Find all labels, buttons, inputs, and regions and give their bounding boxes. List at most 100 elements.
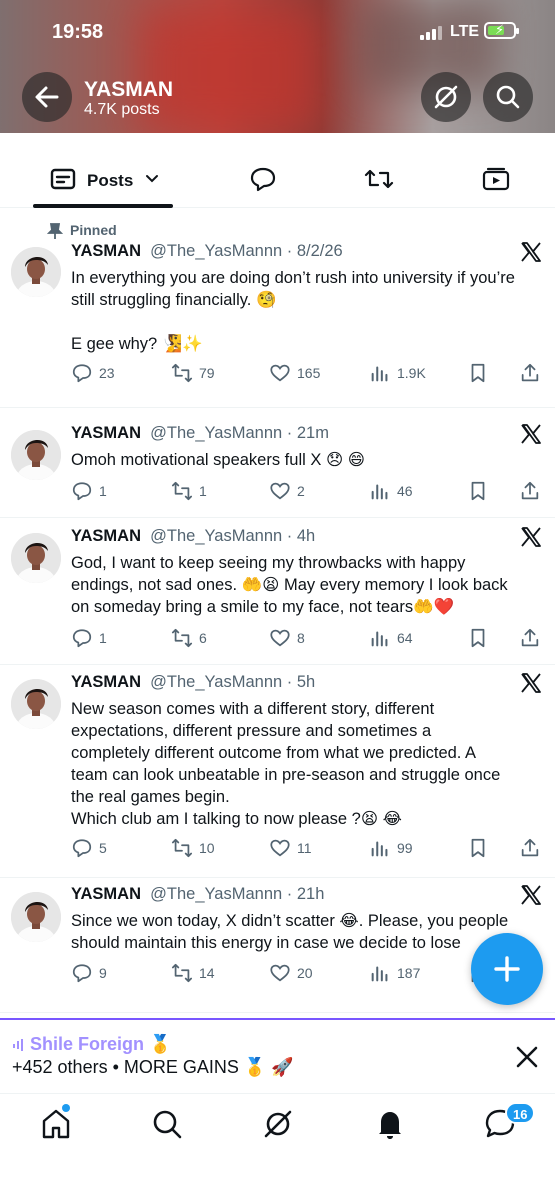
author-handle-time[interactable]: @The_YasMannn · 5h xyxy=(150,673,315,691)
posts-icon xyxy=(50,168,76,190)
post-text-line: expectations, different pressure and som… xyxy=(71,722,432,740)
post-text-line xyxy=(71,311,545,333)
author-name[interactable]: YASMAN xyxy=(71,885,141,903)
view-count: 99 xyxy=(397,840,413,856)
nav-grok[interactable] xyxy=(260,1106,296,1142)
network-label: LTE xyxy=(450,23,480,40)
repost-button[interactable]: 79 xyxy=(171,361,215,385)
repost-count: 14 xyxy=(199,965,215,981)
messages-badge: 16 xyxy=(505,1102,536,1124)
tab-reposts[interactable] xyxy=(356,150,402,208)
post-header: YASMAN @The_YasMannn · 5h xyxy=(71,673,315,692)
author-handle-time[interactable]: @The_YasMannn · 8/2/26 xyxy=(150,242,343,260)
views-icon xyxy=(371,484,388,500)
author-handle-time[interactable]: @The_YasMannn · 4h xyxy=(150,527,315,545)
tab-media[interactable] xyxy=(473,150,519,208)
author-name[interactable]: YASMAN xyxy=(71,424,141,442)
repost-icon xyxy=(171,963,193,983)
tab-posts-label: Posts xyxy=(87,171,134,190)
compose-button[interactable] xyxy=(471,933,543,1005)
repost-button[interactable]: 14 xyxy=(171,961,215,985)
post-text-line: the real games begin. xyxy=(71,788,230,806)
author-name[interactable]: YASMAN xyxy=(71,242,141,260)
share-button[interactable] xyxy=(519,836,541,860)
repost-icon xyxy=(364,169,394,189)
avatar[interactable] xyxy=(11,679,61,729)
repost-count: 6 xyxy=(199,630,207,646)
reply-button[interactable]: 5 xyxy=(71,836,107,860)
bell-icon xyxy=(379,1112,401,1139)
reply-button[interactable]: 1 xyxy=(71,479,107,503)
reply-button[interactable]: 9 xyxy=(71,961,107,985)
reply-icon xyxy=(250,167,276,192)
tab-replies[interactable] xyxy=(240,150,286,208)
avatar[interactable] xyxy=(11,533,61,583)
avatar[interactable] xyxy=(11,892,61,942)
home-notification-dot xyxy=(62,1104,70,1112)
grok-button[interactable] xyxy=(421,72,471,122)
bookmark-icon xyxy=(471,363,485,383)
repost-button[interactable]: 1 xyxy=(171,479,207,503)
views-button[interactable]: 99 xyxy=(369,836,413,860)
tab-posts[interactable]: Posts xyxy=(33,150,173,208)
battery-icon: ⚡ xyxy=(484,22,519,39)
like-button[interactable]: 11 xyxy=(269,836,312,860)
views-button[interactable]: 1.9K xyxy=(369,361,426,385)
bottom-nav xyxy=(0,1093,555,1200)
bookmark-button[interactable] xyxy=(467,361,489,385)
author-name[interactable]: YASMAN xyxy=(71,673,141,691)
bookmark-button[interactable] xyxy=(467,479,489,503)
reply-icon xyxy=(72,964,92,983)
repost-icon xyxy=(171,481,193,501)
post-text-line: Which club am I talking to now please ?😫… xyxy=(71,810,402,828)
reply-button[interactable]: 1 xyxy=(71,626,107,650)
like-button[interactable]: 165 xyxy=(269,361,320,385)
space-banner[interactable] xyxy=(0,1018,555,1092)
views-button[interactable]: 64 xyxy=(369,626,413,650)
author-name[interactable]: YASMAN xyxy=(71,527,141,545)
bookmark-button[interactable] xyxy=(467,836,489,860)
avatar[interactable] xyxy=(11,430,61,480)
view-count: 187 xyxy=(397,965,421,981)
post-text-line: In everything you are doing don’t rush i… xyxy=(71,269,515,287)
signal-icon xyxy=(420,24,444,40)
like-count: 20 xyxy=(297,965,313,981)
share-button[interactable] xyxy=(519,626,541,650)
post-text: In everything you are doing don’t rush i… xyxy=(71,267,545,355)
bookmark-button[interactable] xyxy=(467,626,489,650)
avatar[interactable] xyxy=(11,247,61,297)
repost-count: 10 xyxy=(199,840,215,856)
like-button[interactable]: 2 xyxy=(269,479,305,503)
x-logo-icon xyxy=(520,884,542,912)
repost-button[interactable]: 6 xyxy=(171,626,207,650)
repost-icon xyxy=(171,363,193,383)
repost-icon xyxy=(171,628,193,648)
like-count: 8 xyxy=(297,630,305,646)
post-text: God, I want to keep seeing my throwbacks… xyxy=(71,552,545,618)
post-text-line: completely different outcome from what w… xyxy=(71,744,477,762)
views-icon xyxy=(371,841,388,857)
nav-search[interactable] xyxy=(149,1106,185,1142)
repost-button[interactable]: 10 xyxy=(171,836,215,860)
like-button[interactable]: 8 xyxy=(269,626,305,650)
views-button[interactable]: 46 xyxy=(369,479,413,503)
post-text-line: New season comes with a different story,… xyxy=(71,700,435,718)
author-handle-time[interactable]: @The_YasMannn · 21m xyxy=(150,424,329,442)
nav-home[interactable] xyxy=(38,1106,74,1142)
post-text-line: Omoh motivational speakers full X 😞 😄 xyxy=(71,451,365,469)
share-button[interactable] xyxy=(519,361,541,385)
like-count: 165 xyxy=(297,365,321,381)
share-button[interactable] xyxy=(519,479,541,503)
reply-icon xyxy=(72,482,92,501)
post-text-line: on someday bring a smile to my face, not… xyxy=(71,598,455,616)
views-icon xyxy=(371,366,388,382)
author-handle-time[interactable]: @The_YasMannn · 21h xyxy=(150,885,324,903)
like-button[interactable]: 20 xyxy=(269,961,313,985)
reply-button[interactable]: 23 xyxy=(71,361,115,385)
back-button[interactable] xyxy=(22,72,72,122)
nav-notifications[interactable] xyxy=(372,1106,408,1142)
close-icon[interactable] xyxy=(514,1044,540,1070)
views-button[interactable]: 187 xyxy=(369,961,420,985)
reply-icon xyxy=(72,629,92,648)
search-button[interactable] xyxy=(483,72,533,122)
